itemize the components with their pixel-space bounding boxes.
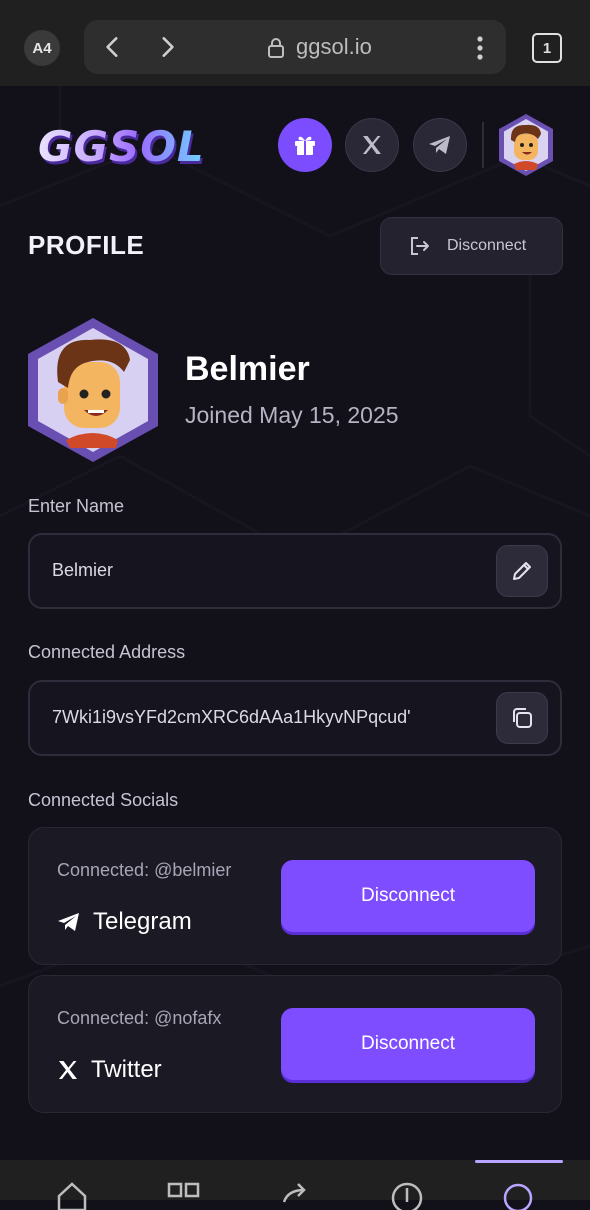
twitter-name: Twitter — [57, 1056, 162, 1084]
grid-icon[interactable] — [167, 1180, 201, 1210]
name-input[interactable]: Belmier — [52, 560, 452, 581]
copy-address-button[interactable] — [496, 692, 548, 744]
edit-name-button[interactable] — [496, 545, 548, 597]
profile-username: Belmier — [185, 350, 310, 388]
url-text: ggsol.io — [296, 34, 372, 59]
twitter-disconnect-button[interactable]: Disconnect — [281, 1008, 535, 1080]
socials-label: Connected Socials — [28, 790, 179, 810]
telegram-status: Connected: @belmier — [57, 860, 232, 880]
browser-toolbar: A4 ggsol.io 1 — [0, 0, 590, 86]
address-bar[interactable]: ggsol.io — [84, 20, 506, 74]
twitter-label: Twitter — [91, 1056, 162, 1083]
gift-icon — [295, 136, 315, 155]
x-icon — [59, 1061, 77, 1079]
tab-badge[interactable]: A4 — [24, 30, 60, 66]
copy-icon — [513, 708, 532, 728]
profile-avatar — [28, 318, 158, 462]
address-field-label: Connected Address — [28, 642, 186, 662]
active-tab-indicator — [475, 1160, 563, 1163]
social-card-twitter: Connected: @nofafx Twitter Disconnect — [28, 975, 562, 1113]
bottom-navigation — [0, 1160, 590, 1210]
back-arrow-icon[interactable] — [100, 34, 126, 60]
tabs-count-button[interactable]: 1 — [532, 33, 562, 63]
twitter-status: Connected: @nofafx — [57, 1008, 222, 1028]
more-options-icon[interactable] — [470, 34, 490, 62]
telegram-disconnect-button[interactable]: Disconnect — [281, 860, 535, 932]
social-card-telegram: Connected: @belmier Telegram Disconnect — [28, 827, 562, 965]
forward-arrow-icon[interactable] — [154, 34, 180, 60]
pencil-icon — [513, 562, 531, 580]
telegram-icon — [58, 913, 79, 931]
share-icon[interactable] — [280, 1180, 314, 1210]
user-avatar[interactable] — [496, 112, 556, 178]
x-header-button[interactable] — [345, 118, 399, 172]
name-field-label: Enter Name — [28, 496, 125, 516]
name-field[interactable]: Belmier — [28, 533, 562, 609]
telegram-icon — [429, 136, 450, 154]
header-divider — [482, 122, 484, 168]
logout-icon — [411, 237, 429, 255]
wallet-disconnect-label: Disconnect — [447, 237, 527, 254]
wallet-disconnect-button[interactable]: Disconnect — [380, 217, 563, 275]
download-icon[interactable] — [390, 1180, 424, 1210]
address-field: 7Wki1i9vsYFd2cmXRC6dAAa1HkyvNPqcud' — [28, 680, 562, 756]
gift-button[interactable] — [278, 118, 332, 172]
lock-icon — [268, 38, 284, 58]
joined-date: Joined May 15, 2025 — [185, 402, 399, 428]
telegram-name: Telegram — [57, 908, 192, 936]
home-icon[interactable] — [55, 1180, 89, 1210]
x-icon — [363, 136, 381, 154]
search-icon[interactable] — [502, 1180, 536, 1210]
app-content: GGSOL GGSOL PROFILE Disconnec — [0, 86, 590, 1160]
wallet-address: 7Wki1i9vsYFd2cmXRC6dAAa1HkyvNPqcud' — [52, 707, 411, 727]
telegram-header-button[interactable] — [413, 118, 467, 172]
ggsol-logo[interactable]: GGSOL — [38, 122, 205, 171]
page-title: PROFILE — [28, 230, 145, 260]
telegram-label: Telegram — [93, 908, 192, 935]
